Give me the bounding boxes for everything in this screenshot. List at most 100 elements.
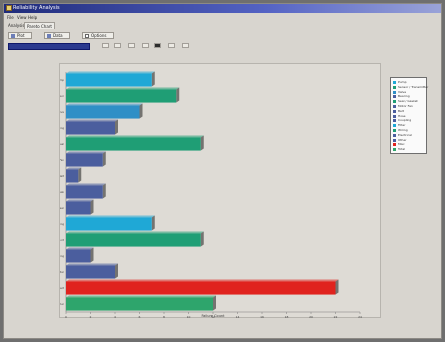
bar-side-face bbox=[102, 151, 106, 167]
chart-legend: Pump Sensor / Transmitter Valve Bearing Seal… bbox=[390, 77, 429, 154]
bar bbox=[66, 121, 115, 135]
y-tick-label: Wiring / Short bbox=[60, 238, 64, 242]
menu-file[interactable]: File bbox=[7, 15, 14, 20]
x-tick-label: 20 bbox=[309, 315, 313, 319]
bar-top-face bbox=[66, 103, 143, 106]
zoom-in-icon[interactable] bbox=[102, 43, 109, 48]
legend-label: Total bbox=[398, 147, 406, 152]
options-checkbox-icon bbox=[85, 34, 89, 38]
legend-label: Motor Fan bbox=[398, 104, 413, 108]
bar bbox=[66, 89, 177, 103]
bar-top-face bbox=[66, 87, 180, 90]
legend-swatch bbox=[393, 124, 396, 128]
bar-side-face bbox=[90, 247, 94, 263]
x-tick-label: 6 bbox=[139, 315, 141, 319]
x-tick-label: 22 bbox=[334, 315, 338, 319]
bar bbox=[66, 105, 140, 119]
bar-chart: Pump Sensor Valve Bearing Seal Motor Fan Belt G… bbox=[45, 71, 362, 319]
pan-icon[interactable] bbox=[128, 43, 135, 48]
legend-swatch bbox=[393, 100, 396, 104]
bar bbox=[66, 137, 201, 151]
legend-label: Valve bbox=[398, 89, 407, 94]
x-tick-label: 18 bbox=[285, 315, 289, 319]
tab-pareto-chart[interactable]: Pareto Chart bbox=[24, 22, 55, 29]
bar bbox=[66, 201, 91, 215]
y-tick-label: Hose / Fitting bbox=[60, 222, 64, 226]
x-axis-label: Failure Count bbox=[201, 314, 225, 318]
legend-swatch bbox=[393, 85, 396, 89]
bar-side-face bbox=[200, 231, 204, 247]
bar bbox=[66, 169, 79, 183]
x-tick-label: 0 bbox=[65, 315, 67, 319]
chart-selector-combo[interactable] bbox=[8, 43, 90, 50]
menu-help[interactable]: Help bbox=[28, 15, 37, 20]
legend-label: Misc bbox=[398, 142, 405, 147]
bar-top-face bbox=[66, 119, 118, 122]
legend-label: Sensor / Transmitter bbox=[398, 84, 429, 89]
bar-side-face bbox=[139, 103, 143, 119]
data-button[interactable]: Data bbox=[44, 32, 70, 39]
window-title: Reliability Analysis bbox=[13, 5, 60, 11]
menu-view[interactable]: View bbox=[17, 15, 27, 20]
legend-label: Pump bbox=[398, 80, 407, 84]
legend-swatch bbox=[393, 143, 396, 147]
legend-label: Filter bbox=[398, 123, 406, 128]
bar-top-face bbox=[66, 247, 94, 250]
y-tick-label: Electrical Fault bbox=[60, 286, 64, 290]
bar bbox=[66, 249, 91, 263]
legend-label: Other bbox=[398, 137, 407, 142]
zoom-out-icon[interactable] bbox=[114, 43, 121, 48]
legend-swatch bbox=[393, 133, 396, 137]
y-tick-label: Bearing bbox=[60, 126, 64, 130]
main-window: Reliability Analysis File View Help Anal… bbox=[3, 3, 442, 339]
bar-top-face bbox=[66, 231, 204, 234]
x-tick-label: 16 bbox=[260, 315, 264, 319]
legend-label: Wiring bbox=[398, 128, 408, 132]
bar-side-face bbox=[78, 167, 82, 183]
plot-button[interactable]: Plot bbox=[8, 32, 32, 39]
copy-icon[interactable] bbox=[168, 43, 175, 48]
plot-area: Pump Sensor Valve Bearing Seal Motor Fan Belt G… bbox=[45, 63, 381, 319]
legend-swatch bbox=[393, 90, 396, 94]
bar-top-face bbox=[66, 151, 106, 154]
y-tick-label: Motor Fan bbox=[60, 158, 64, 162]
bar bbox=[66, 297, 213, 311]
y-tick-label: Gasket - Wear bbox=[60, 206, 65, 210]
legend-swatch bbox=[393, 119, 396, 123]
bar-top-face bbox=[66, 71, 155, 74]
legend-label: Electrical bbox=[398, 132, 412, 137]
plot-icon bbox=[11, 34, 15, 38]
bar bbox=[66, 233, 201, 247]
legend-label: Bearing bbox=[398, 94, 410, 99]
legend-label: Coupling bbox=[398, 118, 412, 123]
print-icon[interactable] bbox=[154, 43, 161, 48]
title-bar: Reliability Analysis bbox=[4, 4, 441, 13]
x-tick-label: 8 bbox=[163, 315, 165, 319]
legend-label: Seal / Gasket bbox=[398, 99, 418, 104]
legend-swatch bbox=[393, 81, 396, 84]
x-tick-label: 10 bbox=[187, 315, 191, 319]
bar-side-face bbox=[176, 87, 180, 103]
export-icon[interactable] bbox=[182, 43, 189, 48]
y-tick-label: Belt bbox=[60, 174, 64, 178]
legend-swatch bbox=[393, 138, 396, 142]
bar-side-face bbox=[115, 263, 118, 279]
bar bbox=[66, 281, 336, 295]
bar bbox=[66, 153, 103, 167]
bar-side-face bbox=[115, 119, 118, 135]
data-icon bbox=[47, 34, 51, 38]
options-button[interactable]: Options bbox=[82, 32, 114, 39]
bar bbox=[66, 265, 115, 279]
toolbar: Plot Data Options bbox=[4, 30, 441, 42]
y-tick-label: Sensor bbox=[60, 94, 65, 98]
bar-side-face bbox=[151, 215, 155, 231]
bar-top-face bbox=[66, 183, 106, 186]
bar-side-face bbox=[213, 295, 216, 311]
bar-side-face bbox=[102, 183, 106, 199]
y-tick-label: Valve bbox=[60, 110, 64, 114]
x-tick-label: 14 bbox=[236, 315, 240, 319]
y-tick-label: Gasket - Leak bbox=[60, 190, 64, 194]
select-icon[interactable] bbox=[142, 43, 149, 48]
bar-top-face bbox=[66, 199, 94, 202]
bar-top-face bbox=[66, 295, 216, 298]
